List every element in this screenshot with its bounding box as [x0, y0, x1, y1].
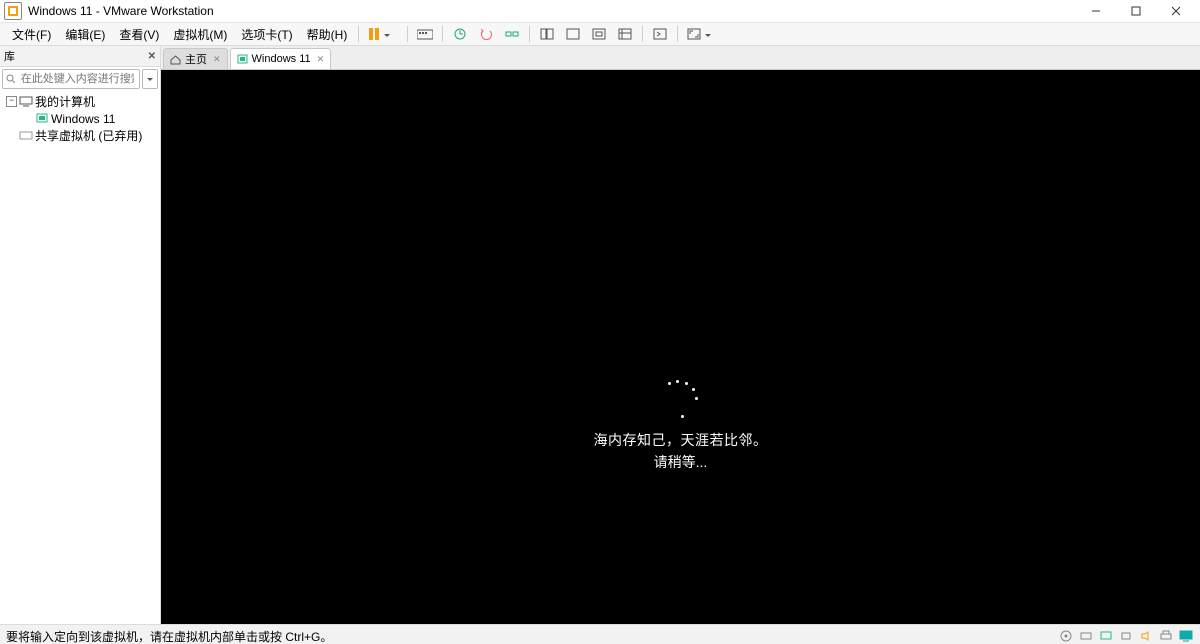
tree-shared-vms[interactable]: 共享虚拟机 (已弃用)	[0, 127, 160, 144]
library-search-input[interactable]	[19, 72, 136, 86]
tree-label: 共享虚拟机 (已弃用)	[35, 127, 142, 144]
toolbar-separator	[677, 26, 678, 42]
library-search-dropdown[interactable]	[142, 69, 158, 89]
snapshot-revert-button[interactable]	[474, 23, 498, 45]
usb-icon[interactable]	[1118, 628, 1134, 644]
view-single-button[interactable]	[535, 23, 559, 45]
vm-icon	[237, 54, 248, 65]
toolbar-separator	[642, 26, 643, 42]
hdd-icon[interactable]	[1078, 628, 1094, 644]
vm-icon	[35, 113, 49, 125]
tree-my-computer[interactable]: − 我的计算机	[0, 93, 160, 110]
library-close-button[interactable]: ✕	[148, 51, 156, 62]
library-tree: − 我的计算机 Windows 11 共享虚拟机 (已弃用)	[0, 91, 160, 146]
window-title: Windows 11 - VMware Workstation	[28, 4, 214, 18]
status-message: 要将输入定向到该虚拟机，请在虚拟机内部单击或按 Ctrl+G。	[6, 628, 332, 644]
menu-bar: 文件(F) 编辑(E) 查看(V) 虚拟机(M) 选项卡(T) 帮助(H)	[0, 23, 1200, 46]
menu-help[interactable]: 帮助(H)	[301, 24, 354, 45]
expander-icon[interactable]: −	[6, 96, 17, 107]
loading-line1: 海内存知己，天涯若比邻。	[161, 430, 1200, 450]
tab-windows11[interactable]: Windows 11 ✕	[230, 48, 332, 69]
snapshot-manager-button[interactable]	[500, 23, 524, 45]
tab-home[interactable]: 主页 ✕	[163, 48, 228, 69]
tab-label: 主页	[185, 51, 207, 67]
menu-vm[interactable]: 虚拟机(M)	[167, 24, 233, 45]
view-console-button[interactable]	[561, 23, 585, 45]
tab-close-button[interactable]: ✕	[213, 54, 221, 65]
pause-button[interactable]	[364, 23, 402, 45]
content-area: 主页 ✕ Windows 11 ✕ 海内存知己，天涯若比邻。 请稍等...	[161, 46, 1200, 624]
computer-icon	[19, 96, 33, 108]
display-icon[interactable]	[1178, 628, 1194, 644]
tab-close-button[interactable]: ✕	[317, 54, 325, 65]
maximize-button[interactable]	[1116, 0, 1156, 22]
status-bar: 要将输入定向到该虚拟机，请在虚拟机内部单击或按 Ctrl+G。	[0, 624, 1200, 644]
title-bar: Windows 11 - VMware Workstation	[0, 0, 1200, 23]
loading-spinner-icon	[661, 380, 701, 420]
toolbar-separator	[529, 26, 530, 42]
tab-label: Windows 11	[252, 53, 311, 65]
library-header: 库 ✕	[0, 46, 160, 67]
loading-message: 海内存知己，天涯若比邻。 请稍等...	[161, 430, 1200, 472]
sound-icon[interactable]	[1138, 628, 1154, 644]
close-button[interactable]	[1156, 0, 1196, 22]
quick-switch-button[interactable]	[648, 23, 672, 45]
unity-button[interactable]	[613, 23, 637, 45]
send-ctrl-alt-del-button[interactable]	[413, 23, 437, 45]
tree-label: 我的计算机	[35, 93, 95, 110]
snapshot-take-button[interactable]	[448, 23, 472, 45]
menu-view[interactable]: 查看(V)	[113, 24, 165, 45]
library-search-box[interactable]	[2, 69, 140, 89]
tree-label: Windows 11	[51, 112, 115, 126]
toolbar-separator	[358, 26, 359, 42]
tree-windows11[interactable]: Windows 11	[0, 110, 160, 127]
library-title: 库	[4, 48, 15, 64]
cd-icon[interactable]	[1058, 628, 1074, 644]
vm-console[interactable]: 海内存知己，天涯若比邻。 请稍等...	[161, 70, 1200, 624]
vmware-app-icon	[4, 2, 22, 20]
status-icons	[1058, 628, 1194, 644]
menu-file[interactable]: 文件(F)	[6, 24, 57, 45]
stretch-guest-button[interactable]	[683, 23, 721, 45]
network-icon[interactable]	[1098, 628, 1114, 644]
shared-icon	[19, 130, 33, 142]
toolbar-separator	[442, 26, 443, 42]
menu-edit[interactable]: 编辑(E)	[59, 24, 111, 45]
tab-strip: 主页 ✕ Windows 11 ✕	[161, 46, 1200, 70]
minimize-button[interactable]	[1076, 0, 1116, 22]
search-icon	[6, 74, 15, 84]
menu-tabs[interactable]: 选项卡(T)	[235, 24, 298, 45]
printer-icon[interactable]	[1158, 628, 1174, 644]
library-sidebar: 库 ✕ − 我的计算机	[0, 46, 161, 624]
home-icon	[170, 54, 181, 65]
loading-line2: 请稍等...	[161, 452, 1200, 472]
fullscreen-button[interactable]	[587, 23, 611, 45]
toolbar-separator	[407, 26, 408, 42]
